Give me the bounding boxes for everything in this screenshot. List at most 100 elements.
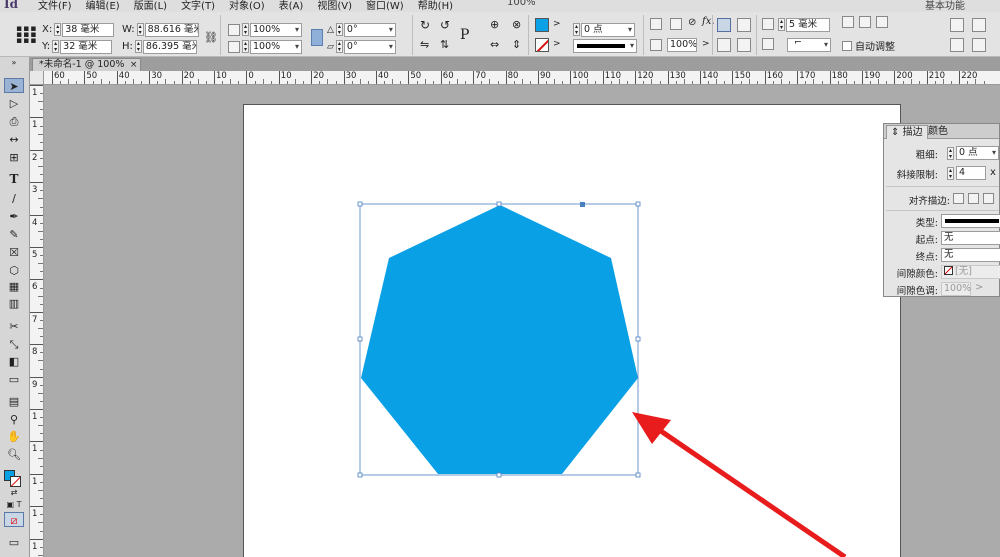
stroke-type-select[interactable] [941,214,1000,228]
fit-content-icon[interactable] [842,16,854,28]
content-collector-icon[interactable]: ⊞ [4,150,24,165]
formatting-affects-container-icon[interactable]: ▣ T [4,497,24,512]
vertical-ruler[interactable]: 1 1 2 3 4 5 6 7 8 9 1 1 1 1 1 [30,85,44,557]
panel-options-icon[interactable]: ⇕ [891,127,899,138]
pen-tool-icon[interactable]: ✒ [4,209,24,224]
auto-fit-checkbox[interactable] [842,40,852,51]
align-outside-stroke-icon[interactable] [983,193,994,204]
align-inside-stroke-icon[interactable] [968,193,979,204]
selection-tool-icon[interactable]: ➤ [4,78,24,93]
note-tool-icon[interactable]: ▤ [4,394,24,409]
fill-color-swatch[interactable] [535,18,549,32]
ruler-origin[interactable] [30,71,44,85]
menu-type[interactable]: 文字(T) [181,0,215,12]
spacing-spinner[interactable]: ▴ ▾ [778,18,785,31]
end-cap-select[interactable]: 无 [941,248,1000,262]
scale-x-spinner[interactable]: ▴ ▾ [242,23,249,36]
spacing-input[interactable]: 5 毫米 [786,17,830,32]
flip-horizontal-icon[interactable]: ⇋ [420,38,434,52]
line-tool-icon[interactable]: ∕ [4,191,24,206]
menu-layout[interactable]: 版面(L) [134,0,167,12]
align-center-icon[interactable] [737,18,751,32]
free-transform-tool-icon[interactable]: ⤡ [4,337,24,352]
start-cap-select[interactable]: 无 [941,231,1000,245]
menu-help[interactable]: 帮助(H) [418,0,453,12]
reference-point-icon[interactable]: ▪▪▪ ▪▪▪ ▪▪▪ [16,25,36,46]
corner-shape-select[interactable]: ⌐ ▾ [787,38,831,52]
miter-input[interactable]: 4 [956,166,986,180]
pencil-tool-icon[interactable]: ✎ [4,227,24,242]
y-input[interactable]: 32 毫米 [60,39,113,54]
shear-input[interactable]: 0° ▾ [343,39,396,54]
stroke-type-select[interactable]: ▾ [573,39,637,53]
panel-weight-input[interactable]: 0 点 ▾ [956,146,999,160]
handle-middle-right[interactable] [635,336,641,342]
table-tool-icon[interactable]: ▦ [4,279,24,294]
tab-stroke[interactable]: ⇕ 描边 [886,125,928,139]
close-tab-icon[interactable]: × [130,59,138,71]
polygon-tool-icon[interactable]: ⬡ [4,263,24,278]
type-tool-icon[interactable]: T [4,172,24,187]
constrain-proportions-icon[interactable]: ⛓ [204,31,218,45]
x-input[interactable]: 38 毫米 [62,22,115,37]
scale-y-spinner[interactable]: ▴ ▾ [242,40,249,53]
handle-top-right[interactable] [635,201,641,207]
width-spinner[interactable]: ▴ ▾ [136,23,144,36]
align-center-stroke-icon[interactable] [953,193,964,204]
flip-vertical-icon[interactable]: ⇅ [440,38,454,52]
height-spinner[interactable]: ▴ ▾ [134,40,142,53]
menu-window[interactable]: 窗口(W) [366,0,404,12]
align-top-icon[interactable] [717,38,731,52]
rectangle-frame-tool-icon[interactable]: ☒ [4,245,24,260]
height-input[interactable]: 86.395 毫米 [142,39,197,54]
shadow-options-icon[interactable] [670,18,682,30]
rotate-input[interactable]: 0° ▾ [343,22,396,37]
handle-bottom-left[interactable] [357,472,363,478]
select-previous-icon[interactable]: ⇔ [490,38,504,52]
distribute-left-icon[interactable] [950,18,964,32]
menu-file[interactable]: 文件(F) [38,0,72,12]
rotate-ccw-icon[interactable]: ↺ [440,18,454,32]
width-input[interactable]: 88.616 毫米 [144,22,199,37]
panel-collapse-icon[interactable]: » [4,59,24,67]
direct-selection-tool-icon[interactable]: ▷ [4,96,24,111]
path-options-icon[interactable]: P [460,27,478,47]
effects-icon[interactable]: ⊘ [688,17,696,28]
distribute-top-icon[interactable] [950,38,964,52]
opacity-dropdown-icon[interactable]: > [702,39,710,49]
fill-proportionally-icon[interactable] [876,16,888,28]
handle-top-left[interactable] [357,201,363,207]
hand-tool-icon[interactable]: ✋ [4,429,24,444]
select-next-icon[interactable]: ⇕ [512,38,526,52]
scale-y-input[interactable]: 100% ▾ [250,39,302,54]
gap-tint-dropdown-icon[interactable]: > [975,282,983,293]
gradient-swatch-tool-icon[interactable]: ◧ [4,354,24,369]
rotate-cw-icon[interactable]: ↻ [420,18,434,32]
gap-tint-input[interactable]: 100% [941,282,971,296]
menu-object[interactable]: 对象(O) [229,0,265,12]
zoom-tool-icon[interactable]: 🔍︎ [4,447,24,462]
document-tab[interactable]: *未命名-1 @ 100% × [32,58,142,71]
zoom-level-menu[interactable]: 100% [507,0,536,8]
horizontal-ruler[interactable]: 60 50 40 30 20 10 0 10 20 30 40 50 60 70 80 90 100 110 120… [44,71,1000,85]
stroke-color-swatch[interactable] [535,38,549,52]
tab-color[interactable]: 颜色 [924,125,952,139]
menu-table[interactable]: 表(A) [279,0,304,12]
handle-bottom-middle[interactable] [496,472,502,478]
panel-weight-spinner[interactable]: ▴ ▾ [947,147,954,160]
handle-middle-left[interactable] [357,336,363,342]
menu-edit[interactable]: 编辑(E) [86,0,120,12]
miter-spinner[interactable]: ▴ ▾ [947,167,954,180]
x-spinner[interactable]: ▴ ▾ [54,23,62,36]
fill-dropdown-icon[interactable]: > [553,19,561,29]
stroke-dropdown-icon[interactable]: > [553,39,561,49]
handle-bottom-right[interactable] [635,472,641,478]
scale-x-input[interactable]: 100% ▾ [250,22,302,37]
apply-none-icon[interactable]: ⧄ [4,512,24,527]
y-spinner[interactable]: ▴ ▾ [52,40,60,53]
link-scale-icon[interactable] [311,29,323,46]
screen-mode-icon[interactable]: ▭ [4,535,24,550]
rotate-spinner[interactable]: ▴ ▾ [335,23,343,36]
select-content-icon[interactable]: ⊗ [512,18,526,32]
menu-view[interactable]: 视图(V) [317,0,352,12]
